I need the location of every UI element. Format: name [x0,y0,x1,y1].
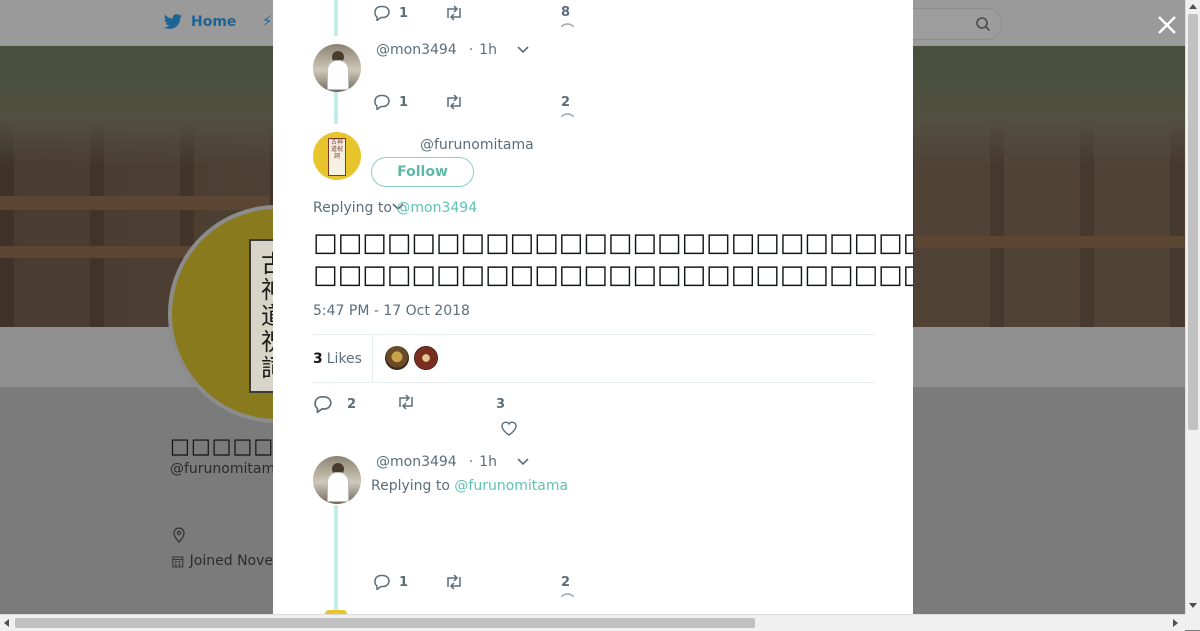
heart-icon[interactable] [500,420,518,440]
horizontal-scrollbar[interactable] [0,614,1185,631]
reply-count: 1 [399,5,409,21]
vertical-scrollbar[interactable] [1185,0,1200,614]
like-count-truncated[interactable]: 8 ⌒ [561,5,574,32]
calendar-icon [172,555,184,567]
likes-summary[interactable]: 3 Likes [313,336,362,382]
profile-handle: @furunomitama [170,461,273,477]
tweet-text-line: □□□□□□□□□□□□□□□□□□□□□□□□□□□□□□□□□□□□□□□□… [313,260,913,290]
tweet-header: @mon3494 · 1h [376,454,529,470]
retweet-icon [399,394,413,410]
reply-button[interactable]: 1 [373,5,408,21]
reply-button[interactable]: 2 [313,395,356,413]
retweet-icon [447,574,461,590]
like-count: 3 [496,396,506,412]
follow-button[interactable]: Follow [371,157,474,187]
reply-icon [374,5,390,21]
search-icon [976,17,991,32]
retweet-button[interactable] [396,394,416,414]
thread-connector [334,0,338,36]
joined-text: Joined Nove [189,553,273,569]
chevron-down-icon[interactable] [517,42,529,58]
close-icon[interactable] [1154,12,1180,38]
scrollbar-thumb[interactable] [1188,14,1198,430]
liker-avatar[interactable] [385,346,409,370]
tweet-actions: 2 3 [313,394,505,414]
like-count-truncated[interactable]: 2 ⌒ [561,575,574,605]
chevron-down-icon[interactable] [517,454,529,470]
tweet-actions: 1 [373,574,464,590]
reply-button[interactable]: 1 [373,574,408,590]
retweet-button[interactable] [444,94,464,110]
divider [372,336,373,382]
reply-icon [314,395,332,413]
replying-to-link[interactable]: @furunomitama [454,478,568,494]
thread-connector [334,92,338,124]
profile-joined: Joined Nove [172,553,273,569]
scrollbar-corner [1185,614,1200,630]
replying-to-link[interactable]: @mon3494 [396,200,477,216]
tweet-text-line: □□□□□□□□□□□□□□□□□□□□□□□□□□□ [313,228,913,258]
thread-connector [334,505,338,614]
tweet-time[interactable]: 1h [479,42,497,58]
likes-count: 3 [313,351,323,367]
user-handle[interactable]: @furunomitama [420,137,534,153]
tweet-actions: 1 [373,94,464,110]
divider [313,382,874,383]
tweet-timestamp[interactable]: 5:47 PM - 17 Oct 2018 [313,303,470,319]
replying-to: Replying to @furunomitama [371,478,569,494]
home-nav-link[interactable]: Home [163,12,236,32]
user-handle[interactable]: @mon3494 [376,42,457,58]
twitter-bird-icon [163,14,183,29]
scrollbar-thumb[interactable] [15,618,755,628]
location-icon [172,527,186,547]
avatar[interactable] [313,44,361,92]
reply-count: 1 [399,574,409,590]
retweet-icon [447,5,461,21]
search-input[interactable] [913,8,1002,40]
reply-count: 2 [347,396,357,412]
profile-name: □□□□□□□□ [170,434,273,458]
liker-avatar[interactable] [414,346,438,370]
avatar[interactable]: 古神道祝詞 [313,132,361,180]
likes-label: Likes [326,351,362,367]
tweet-time[interactable]: 1h [479,454,497,470]
retweet-button[interactable] [444,574,464,590]
separator-dot: · [468,42,474,58]
tweet-permalink-modal: 1 8 ⌒ @mon3494 · 1h 1 2 ⌒ 古神道祝詞 @furunom… [273,0,913,614]
reply-count: 1 [399,94,409,110]
tweet-actions: 1 [373,5,464,21]
reply-icon [374,574,390,590]
reply-icon [374,94,390,110]
reply-button[interactable]: 1 [373,94,408,110]
like-count-truncated[interactable]: 2 ⌒ [561,95,574,122]
retweet-button[interactable] [444,5,464,21]
tweet-text: □□□□□□□□□□□□□□□□□□□□□□□□□□□ □□□□□□□□□□□□… [313,227,913,291]
separator-dot: · [468,454,474,470]
retweet-icon [447,94,461,110]
user-handle[interactable]: @mon3494 [376,454,457,470]
tweet-header: @furunomitama [420,137,534,153]
avatar[interactable] [313,456,361,504]
replying-to: Replying to @mon3494 [313,200,478,216]
home-label: Home [191,14,237,30]
tweet-header: @mon3494 · 1h [376,42,529,58]
divider [313,334,874,335]
